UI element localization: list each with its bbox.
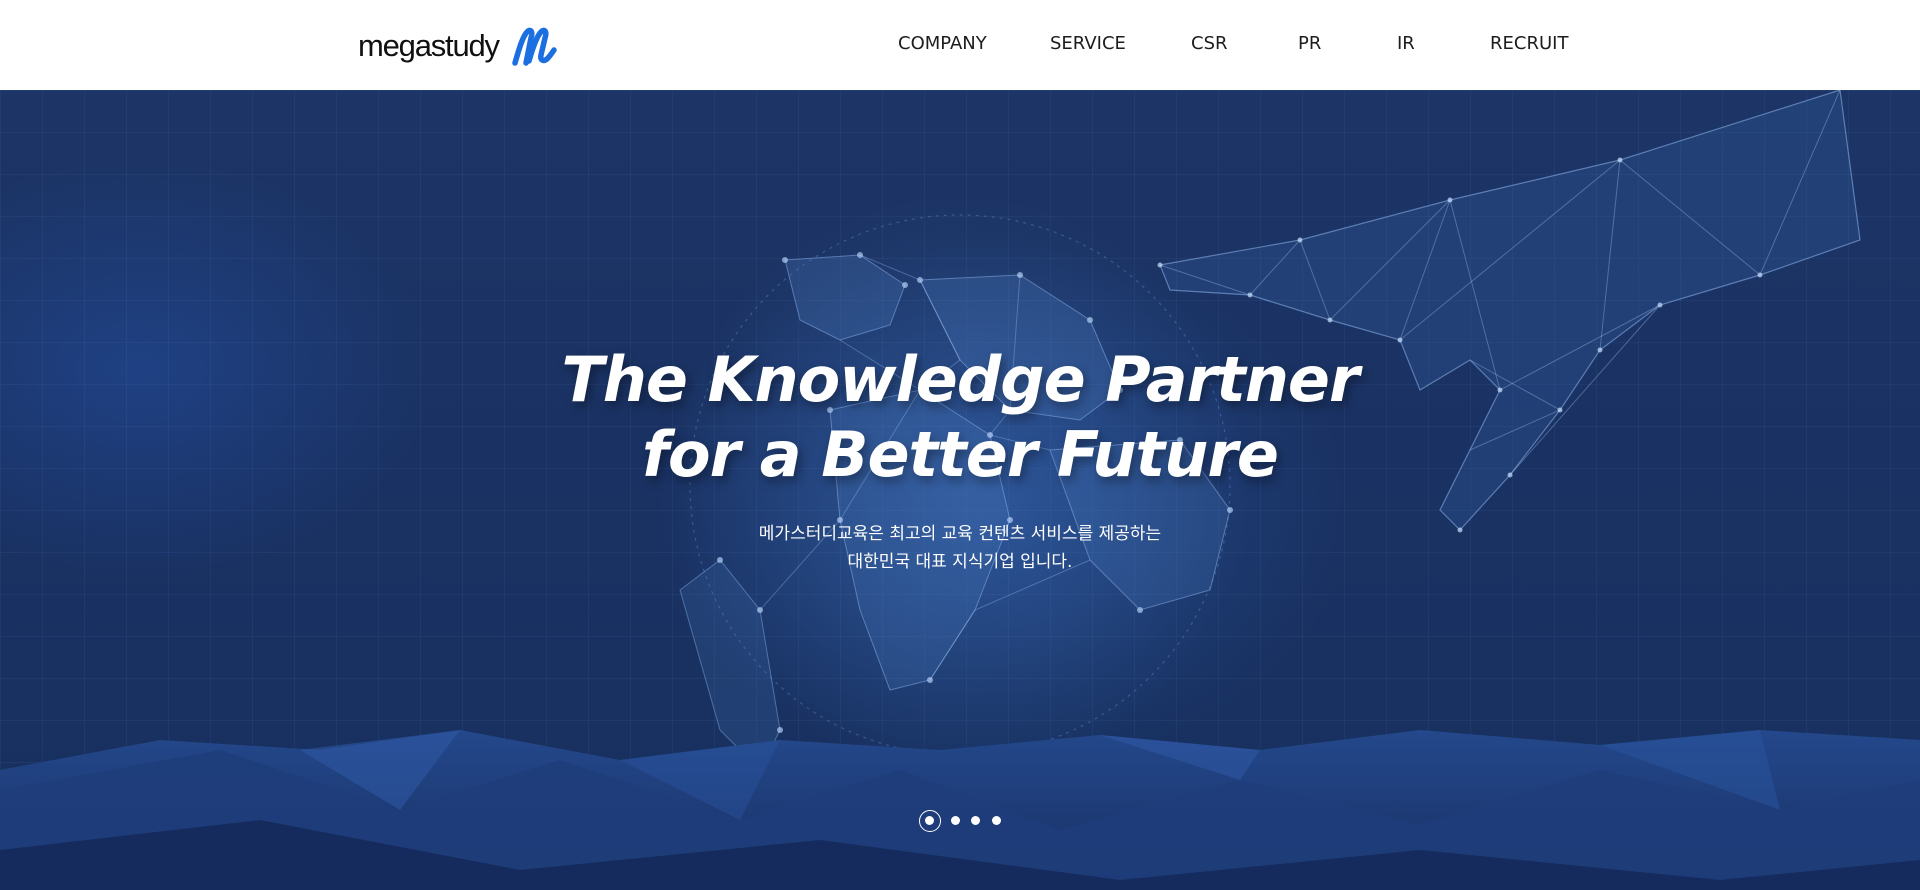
nav-item-ir[interactable]: IR bbox=[1397, 33, 1415, 54]
site-header: megastudy COMPANY SERVICE CSR PR IR RECR… bbox=[0, 0, 1920, 90]
nav-item-csr[interactable]: CSR bbox=[1191, 33, 1228, 54]
hero-subtitle-line-2: 대한민국 대표 지식기업 입니다. bbox=[847, 552, 1073, 572]
slider-dot-3[interactable] bbox=[971, 816, 980, 825]
slider-pagination bbox=[0, 810, 1920, 832]
slider-dot-4[interactable] bbox=[992, 816, 1001, 825]
hero-title-line-1: The Knowledge Partner bbox=[561, 343, 1359, 416]
main-nav: COMPANY SERVICE CSR PR IR RECRUIT bbox=[0, 0, 1920, 90]
hero-subtitle: 메가스터디교육은 최고의 교육 컨텐츠 서비스를 제공하는 대한민국 대표 지식… bbox=[0, 520, 1920, 576]
hero-subtitle-line-1: 메가스터디교육은 최고의 교육 컨텐츠 서비스를 제공하는 bbox=[758, 524, 1162, 544]
slider-dot-2[interactable] bbox=[951, 816, 960, 825]
hero-banner: The Knowledge Partner for a Better Futur… bbox=[0, 90, 1920, 890]
hero-title-line-2: for a Better Future bbox=[642, 418, 1279, 491]
nav-item-recruit[interactable]: RECRUIT bbox=[1490, 33, 1568, 54]
slider-dot-1-active[interactable] bbox=[919, 810, 941, 832]
nav-item-service[interactable]: SERVICE bbox=[1050, 33, 1126, 54]
nav-item-pr[interactable]: PR bbox=[1298, 33, 1321, 54]
hero-title: The Knowledge Partner for a Better Futur… bbox=[0, 342, 1920, 492]
nav-item-company[interactable]: COMPANY bbox=[898, 33, 987, 54]
